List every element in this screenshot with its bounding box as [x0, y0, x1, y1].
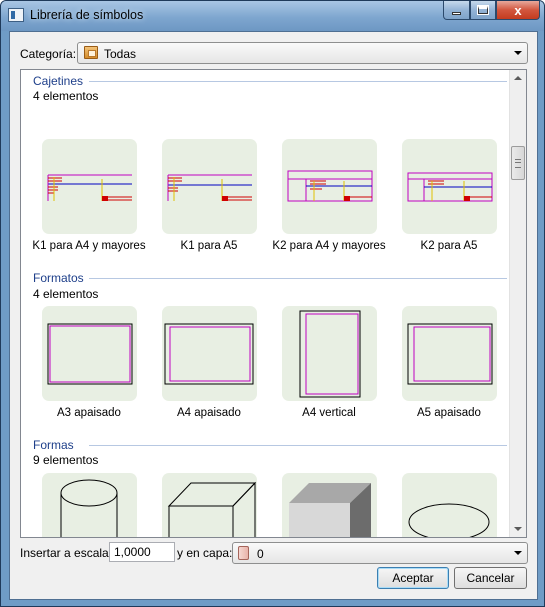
caption-buttons: x [443, 1, 540, 21]
minimize-button[interactable] [443, 1, 470, 20]
title-bar[interactable]: Librería de símbolos x [1, 1, 544, 31]
cube-solid-thumbnail [289, 483, 371, 537]
scroll-down-icon[interactable] [514, 527, 522, 531]
layer-label: y en capa: [177, 546, 233, 560]
category-value: Todas [104, 47, 137, 61]
cajetin-k2-thumbnail [287, 170, 373, 202]
symbol-tile-k2-a5[interactable] [402, 139, 497, 234]
symbol-label: K2 para A5 [420, 240, 478, 252]
symbol-tile-k1-a4[interactable] [42, 139, 137, 234]
window-title: Librería de símbolos [30, 8, 144, 22]
layer-value: 0 [257, 547, 264, 561]
cajetin-k1-thumbnail [47, 174, 132, 201]
sheet-portrait-thumbnail [299, 310, 361, 398]
scroll-up-icon[interactable] [514, 76, 522, 80]
maximize-icon [477, 5, 489, 15]
section-count-cajetines: 4 elementos [33, 89, 99, 103]
symbol-label: A5 apaisado [417, 407, 481, 419]
dialog-body: Categoría: Todas Cajetines 4 elementos K… [9, 31, 538, 600]
category-combo[interactable]: Todas [77, 42, 528, 64]
section-title-formas: Formas [33, 438, 74, 452]
cajetin-k1-a5-thumbnail [167, 174, 252, 201]
section-divider [89, 278, 507, 279]
symbol-tile-a4-apaisado[interactable] [162, 306, 257, 401]
symbol-tile-k1-a5[interactable] [162, 139, 257, 234]
symbol-tile-cube-wire[interactable] [162, 473, 257, 537]
ellipse-shape-thumbnail [408, 503, 490, 537]
symbol-list[interactable]: Cajetines 4 elementos K1 para A4 y mayor… [20, 69, 527, 538]
symbol-label: K2 para A4 y mayores [272, 240, 386, 252]
chevron-down-icon [514, 51, 522, 55]
accept-button[interactable]: Aceptar [377, 567, 449, 589]
symbol-label: K1 para A5 [180, 240, 238, 252]
scale-label: Insertar a escala: [20, 546, 113, 560]
symbol-tile-cylinder[interactable] [42, 473, 137, 537]
minimize-icon [452, 12, 461, 15]
chevron-down-icon [514, 551, 522, 555]
cancel-button[interactable]: Cancelar [454, 567, 527, 589]
layer-icon [238, 546, 249, 560]
folder-icon [84, 46, 98, 59]
section-title-cajetines: Cajetines [33, 74, 84, 88]
symbol-label: K1 para A4 y mayores [32, 240, 146, 252]
symbol-tile-a3-apaisado[interactable] [42, 306, 137, 401]
section-divider [89, 445, 507, 446]
section-divider [89, 81, 507, 82]
scroll-thumb[interactable] [511, 146, 525, 180]
vertical-scrollbar[interactable] [509, 70, 526, 537]
section-count-formatos: 4 elementos [33, 287, 99, 301]
symbol-label: A3 apaisado [57, 407, 121, 419]
sheet-landscape-thumbnail [164, 323, 254, 385]
sheet-landscape-thumbnail [407, 323, 493, 385]
sheet-landscape-thumbnail [47, 323, 133, 385]
scale-input[interactable]: 1,0000 [109, 542, 175, 562]
section-title-formatos: Formatos [33, 271, 84, 285]
close-button[interactable]: x [496, 1, 540, 20]
close-icon: x [514, 2, 522, 18]
symbol-label: A4 vertical [302, 407, 356, 419]
section-count-formas: 9 elementos [33, 453, 99, 467]
category-label: Categoría: [20, 47, 77, 61]
maximize-button[interactable] [470, 1, 496, 20]
layer-combo[interactable]: 0 [232, 542, 528, 564]
cylinder-shape-thumbnail [60, 479, 118, 537]
app-icon [8, 8, 24, 22]
symbol-library-window: Librería de símbolos x Categoría: Todas … [0, 0, 545, 607]
symbol-tile-cube-solid[interactable] [282, 473, 377, 537]
symbol-tile-a5-apaisado[interactable] [402, 306, 497, 401]
symbol-tile-a4-vertical[interactable] [282, 306, 377, 401]
cajetin-k2-a5-thumbnail [407, 172, 493, 202]
symbol-label: A4 apaisado [177, 407, 241, 419]
symbol-tile-k2-a4[interactable] [282, 139, 377, 234]
symbol-tile-ellipse[interactable] [402, 473, 497, 537]
cube-wireframe-thumbnail [167, 481, 257, 537]
